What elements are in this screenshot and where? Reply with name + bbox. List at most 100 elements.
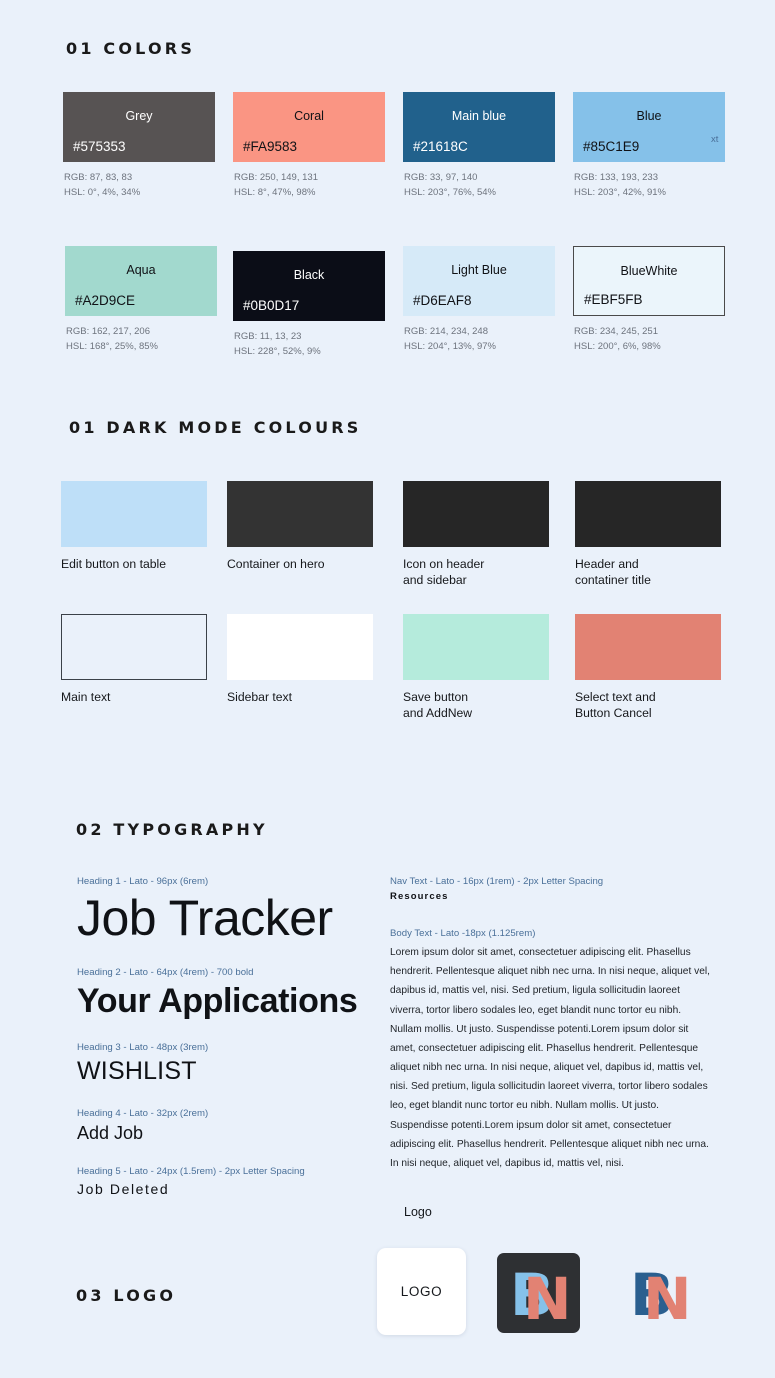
dark-swatch-label: Select text and Button Cancel xyxy=(575,690,656,721)
clipped-text-fragment: xt xyxy=(711,134,719,145)
color-swatch-hex: #575353 xyxy=(73,139,126,154)
color-swatch-meta: RGB: 87, 83, 83 HSL: 0°, 4%, 34% xyxy=(63,171,215,200)
color-swatch-hsl: HSL: 203°, 76%, 54% xyxy=(404,186,496,198)
color-swatch-hsl: HSL: 0°, 4%, 34% xyxy=(64,186,141,198)
color-swatch-box: BlueWhite #EBF5FB xyxy=(573,246,725,316)
color-swatch-meta: RGB: 33, 97, 140 HSL: 203°, 76%, 54% xyxy=(403,171,555,200)
color-swatch-box: Light Blue #D6EAF8 xyxy=(403,246,555,316)
logo-monogram-dark-icon[interactable]: B N xyxy=(497,1253,580,1333)
dark-swatch-header-and-container-title[interactable]: Header and contatiner title xyxy=(575,481,721,588)
color-swatch-hsl: HSL: 168°, 25%, 85% xyxy=(66,340,158,352)
heading-5-spec: Heading 5 - Lato - 24px (1.5rem) - 2px L… xyxy=(77,1166,377,1198)
nav-text-sample: Resources xyxy=(390,891,449,902)
dark-swatch-sidebar-text[interactable]: Sidebar text xyxy=(227,614,373,705)
color-swatch-main-blue[interactable]: Main blue #21618C RGB: 33, 97, 140 HSL: … xyxy=(403,92,555,200)
logo-caption: Logo xyxy=(404,1205,432,1219)
dark-swatch-box xyxy=(575,614,721,680)
heading-1-label: Heading 1 - Lato - 96px (6rem) xyxy=(77,876,209,887)
heading-2-sample: Your Applications xyxy=(77,982,358,1020)
color-swatch-name: Blue xyxy=(636,109,662,123)
color-swatch-meta: RGB: 250, 149, 131 HSL: 8°, 47%, 98% xyxy=(233,171,385,200)
color-swatch-name: Light Blue xyxy=(451,263,507,277)
typography-left-column: Heading 1 - Lato - 96px (6rem) Job Track… xyxy=(77,876,377,1198)
svg-text:N: N xyxy=(643,1265,692,1333)
color-swatch-hex: #D6EAF8 xyxy=(413,293,472,308)
logo-placeholder-card[interactable]: LOGO xyxy=(377,1248,466,1335)
dark-swatch-box xyxy=(227,614,373,680)
heading-5-sample: Job Deleted xyxy=(77,1181,170,1198)
body-text-sample: Lorem ipsum dolor sit amet, consectetuer… xyxy=(390,947,710,1169)
heading-3-spec: Heading 3 - Lato - 48px (3rem) WISHLIST xyxy=(77,1042,377,1086)
color-swatch-name: Aqua xyxy=(126,263,156,277)
color-swatch-name: BlueWhite xyxy=(620,264,678,278)
body-text-label: Body Text - Lato -18px (1.125rem) xyxy=(390,928,536,939)
color-swatch-bluewhite[interactable]: BlueWhite #EBF5FB RGB: 234, 245, 251 HSL… xyxy=(573,246,725,354)
nav-text-spec: Nav Text - Lato - 16px (1rem) - 2px Lett… xyxy=(390,876,710,902)
color-swatch-hex: #85C1E9 xyxy=(583,139,640,154)
dark-swatch-save-button-and-addnew[interactable]: Save button and AddNew xyxy=(403,614,549,721)
dark-swatch-label: Main text xyxy=(61,690,111,704)
dark-swatch-edit-button-on-table[interactable]: Edit button on table xyxy=(61,481,207,572)
body-text-spec: Body Text - Lato -18px (1.125rem) Lorem … xyxy=(390,928,710,1173)
color-swatch-box: Blue #85C1E9 xyxy=(573,92,725,162)
color-swatch-box: Grey #575353 xyxy=(63,92,215,162)
typography-section-title: 02 TYPOGRAPHY xyxy=(76,820,268,839)
color-swatch-black[interactable]: Black #0B0D17 RGB: 11, 13, 23 HSL: 228°,… xyxy=(233,251,385,359)
color-swatch-name: Coral xyxy=(294,109,324,123)
heading-4-label: Heading 4 - Lato - 32px (2rem) xyxy=(77,1107,209,1119)
color-swatch-rgb: RGB: 87, 83, 83 xyxy=(64,172,133,183)
color-swatch-coral[interactable]: Coral #FA9583 RGB: 250, 149, 131 HSL: 8°… xyxy=(233,92,385,200)
color-swatch-rgb: RGB: 33, 97, 140 xyxy=(404,172,478,183)
color-swatch-box: Aqua #A2D9CE xyxy=(65,246,217,316)
heading-2-label: Heading 2 - Lato - 64px (4rem) - 700 bol… xyxy=(77,967,254,978)
dark-swatch-container-on-hero[interactable]: Container on hero xyxy=(227,481,373,572)
dark-swatch-main-text[interactable]: Main text xyxy=(61,614,207,705)
dark-swatch-box xyxy=(575,481,721,547)
color-swatch-aqua[interactable]: Aqua #A2D9CE RGB: 162, 217, 206 HSL: 168… xyxy=(65,246,217,354)
colors-section-title: 01 COLORS xyxy=(66,39,196,58)
heading-4-spec: Heading 4 - Lato - 32px (2rem) Add Job xyxy=(77,1108,377,1145)
heading-2-spec: Heading 2 - Lato - 64px (4rem) - 700 bol… xyxy=(77,967,377,1020)
color-swatch-light-blue[interactable]: Light Blue #D6EAF8 RGB: 214, 234, 248 HS… xyxy=(403,246,555,354)
typography-right-column: Nav Text - Lato - 16px (1rem) - 2px Lett… xyxy=(390,876,710,1173)
color-swatch-rgb: RGB: 11, 13, 23 xyxy=(234,331,302,342)
color-swatch-box: Black #0B0D17 xyxy=(233,251,385,321)
color-swatch-meta: RGB: 234, 245, 251 HSL: 200°, 6%, 98% xyxy=(573,325,725,354)
heading-1-sample: Job Tracker xyxy=(77,890,333,946)
color-swatch-name: Black xyxy=(293,268,325,282)
dark-swatch-label: Sidebar text xyxy=(227,690,293,704)
color-swatch-rgb: RGB: 133, 193, 233 xyxy=(574,172,658,183)
dark-swatch-box xyxy=(403,481,549,547)
svg-text:N: N xyxy=(523,1265,572,1333)
dark-swatch-box xyxy=(61,481,207,547)
color-swatch-meta: RGB: 162, 217, 206 HSL: 168°, 25%, 85% xyxy=(65,325,217,354)
logo-section-title: 03 LOGO xyxy=(76,1286,177,1305)
nav-text-label: Nav Text - Lato - 16px (1rem) - 2px Lett… xyxy=(390,876,604,887)
color-swatch-rgb: RGB: 250, 149, 131 xyxy=(234,172,318,183)
color-swatch-hex: #A2D9CE xyxy=(75,293,136,308)
color-swatch-name: Main blue xyxy=(451,109,507,123)
logo-placeholder-text: LOGO xyxy=(400,1284,443,1299)
color-swatch-blue[interactable]: Blue #85C1E9 RGB: 133, 193, 233 HSL: 203… xyxy=(573,92,725,200)
color-swatch-meta: RGB: 214, 234, 248 HSL: 204°, 13%, 97% xyxy=(403,325,555,354)
logo-monogram-light-icon[interactable]: B N xyxy=(617,1253,700,1333)
color-swatch-hex: #21618C xyxy=(413,139,468,154)
dark-swatch-select-text-and-button-cancel[interactable]: Select text and Button Cancel xyxy=(575,614,721,721)
heading-1-spec: Heading 1 - Lato - 96px (6rem) Job Track… xyxy=(77,876,377,945)
dark-swatch-label: Container on hero xyxy=(227,557,325,571)
color-swatch-rgb: RGB: 214, 234, 248 xyxy=(404,326,488,337)
color-swatch-hsl: HSL: 8°, 47%, 98% xyxy=(234,186,316,198)
color-swatch-hsl: HSL: 203°, 42%, 91% xyxy=(574,186,666,198)
dark-swatch-icon-on-header-and-sidebar[interactable]: Icon on header and sidebar xyxy=(403,481,549,588)
heading-5-label: Heading 5 - Lato - 24px (1.5rem) - 2px L… xyxy=(77,1166,305,1178)
dark-mode-section-title: 01 DARK MODE COLOURS xyxy=(69,418,362,437)
color-swatch-meta: RGB: 11, 13, 23 HSL: 228°, 52%, 9% xyxy=(233,330,385,359)
color-swatch-grey[interactable]: Grey #575353 RGB: 87, 83, 83 HSL: 0°, 4%… xyxy=(63,92,215,200)
dark-swatch-label: Icon on header and sidebar xyxy=(403,557,485,588)
color-swatch-rgb: RGB: 162, 217, 206 xyxy=(66,326,150,337)
color-swatch-hex: #FA9583 xyxy=(243,139,298,154)
heading-3-sample: WISHLIST xyxy=(77,1057,197,1086)
heading-3-label: Heading 3 - Lato - 48px (3rem) xyxy=(77,1042,209,1054)
color-swatch-meta: RGB: 133, 193, 233 HSL: 203°, 42%, 91% xyxy=(573,171,725,200)
dark-swatch-box xyxy=(61,614,207,680)
